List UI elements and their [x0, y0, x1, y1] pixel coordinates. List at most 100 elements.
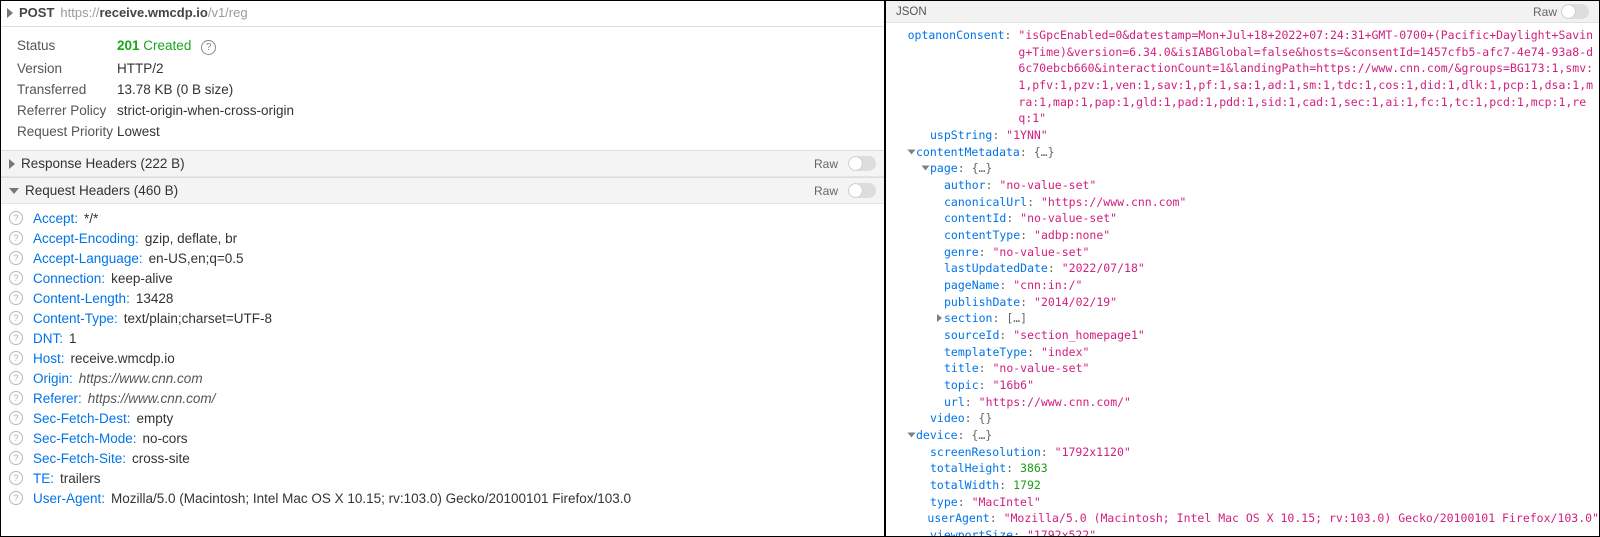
- json-row[interactable]: totalWidth: 1792: [892, 477, 1599, 494]
- help-icon[interactable]: ?: [201, 40, 216, 55]
- json-row[interactable]: page: {…}: [892, 160, 1599, 177]
- json-row[interactable]: contentId: "no-value-set": [892, 210, 1599, 227]
- json-value: "no-value-set": [999, 177, 1096, 194]
- header-row: ?User-Agent:Mozilla/5.0 (Macintosh; Inte…: [9, 488, 884, 508]
- json-row[interactable]: uspString: "1YNN": [892, 127, 1599, 144]
- json-key: page: [930, 160, 958, 177]
- json-row[interactable]: publishDate: "2014/02/19": [892, 294, 1599, 311]
- header-row: ?Referer:https://www.cnn.com/: [9, 388, 884, 408]
- json-row[interactable]: title: "no-value-set": [892, 360, 1599, 377]
- chevron-right-icon[interactable]: [934, 310, 944, 327]
- help-icon[interactable]: ?: [9, 431, 23, 445]
- response-headers-section[interactable]: Response Headers (222 B) Raw: [1, 150, 884, 177]
- help-icon[interactable]: ?: [9, 411, 23, 425]
- header-name: Sec-Fetch-Mode:: [33, 431, 137, 446]
- json-value: {…}: [1034, 144, 1055, 161]
- json-value: {…}: [971, 427, 992, 444]
- header-value: keep-alive: [111, 271, 173, 286]
- header-row: ?Accept-Encoding:gzip, deflate, br: [9, 228, 884, 248]
- chevron-down-icon[interactable]: [906, 427, 916, 444]
- header-row: ?DNT:1: [9, 328, 884, 348]
- json-key: contentId: [944, 210, 1006, 227]
- help-icon[interactable]: ?: [9, 331, 23, 345]
- chevron-down-icon[interactable]: [920, 160, 930, 177]
- header-name: Origin:: [33, 371, 73, 386]
- json-value: "no-value-set": [992, 360, 1089, 377]
- summary-label-version: Version: [17, 61, 117, 76]
- help-icon[interactable]: ?: [9, 211, 23, 225]
- json-row[interactable]: type: "MacIntel": [892, 494, 1599, 511]
- request-line[interactable]: POST https://receive.wmcdp.io/v1/reg: [1, 1, 884, 27]
- json-value: "cnn:in:/": [1013, 277, 1082, 294]
- raw-toggle[interactable]: [1561, 4, 1589, 19]
- raw-toggle[interactable]: [848, 183, 876, 198]
- help-icon[interactable]: ?: [9, 271, 23, 285]
- json-row[interactable]: device: {…}: [892, 427, 1599, 444]
- help-icon[interactable]: ?: [9, 391, 23, 405]
- header-name: Sec-Fetch-Site:: [33, 451, 126, 466]
- json-value: "16b6": [992, 377, 1034, 394]
- json-row[interactable]: contentType: "adbp:none": [892, 227, 1599, 244]
- help-icon[interactable]: ?: [9, 451, 23, 465]
- json-value: "2022/07/18": [1062, 260, 1145, 277]
- json-key: screenResolution: [930, 444, 1041, 461]
- help-icon[interactable]: ?: [9, 371, 23, 385]
- json-key: url: [944, 394, 965, 411]
- json-row[interactable]: canonicalUrl: "https://www.cnn.com": [892, 194, 1599, 211]
- json-key: viewportSize: [930, 527, 1013, 536]
- json-key: lastUpdatedDate: [944, 260, 1048, 277]
- request-summary: Status 201 Created ? Version HTTP/2 Tran…: [1, 27, 884, 150]
- json-value: "no-value-set": [1020, 210, 1117, 227]
- json-row[interactable]: screenResolution: "1792x1120": [892, 444, 1599, 461]
- header-row: ?Accept:*/*: [9, 208, 884, 228]
- json-value: "MacIntel": [972, 494, 1041, 511]
- json-row[interactable]: viewportSize: "1792x522": [892, 527, 1599, 536]
- header-name: TE:: [33, 471, 54, 486]
- help-icon[interactable]: ?: [9, 311, 23, 325]
- json-key: publishDate: [944, 294, 1020, 311]
- summary-value-referrer: strict-origin-when-cross-origin: [117, 103, 294, 118]
- json-header: JSON Raw: [886, 1, 1599, 23]
- json-row[interactable]: url: "https://www.cnn.com/": [892, 394, 1599, 411]
- json-key: totalWidth: [930, 477, 999, 494]
- header-value: trailers: [60, 471, 101, 486]
- json-row[interactable]: sourceId: "section_homepage1": [892, 327, 1599, 344]
- help-icon[interactable]: ?: [9, 351, 23, 365]
- help-icon[interactable]: ?: [9, 491, 23, 505]
- json-row[interactable]: optanonConsent: "isGpcEnabled=0&datestam…: [892, 27, 1599, 127]
- json-row[interactable]: section: […]: [892, 310, 1599, 327]
- header-value: */*: [84, 211, 98, 226]
- help-icon[interactable]: ?: [9, 251, 23, 265]
- help-icon[interactable]: ?: [9, 291, 23, 305]
- json-value: {}: [978, 410, 992, 427]
- summary-value-transferred: 13.78 KB (0 B size): [117, 82, 233, 97]
- network-details-panel: POST https://receive.wmcdp.io/v1/reg Sta…: [1, 1, 886, 536]
- json-row[interactable]: author: "no-value-set": [892, 177, 1599, 194]
- json-row[interactable]: templateType: "index": [892, 344, 1599, 361]
- json-key: video: [930, 410, 965, 427]
- json-value: […]: [1006, 310, 1027, 327]
- raw-toggle[interactable]: [848, 156, 876, 171]
- json-row[interactable]: genre: "no-value-set": [892, 244, 1599, 261]
- header-row: ?Host:receive.wmcdp.io: [9, 348, 884, 368]
- json-row[interactable]: video: {}: [892, 410, 1599, 427]
- json-value: 3863: [1020, 460, 1048, 477]
- help-icon[interactable]: ?: [9, 231, 23, 245]
- json-row[interactable]: userAgent: "Mozilla/5.0 (Macintosh; Inte…: [892, 510, 1599, 527]
- header-value: Mozilla/5.0 (Macintosh; Intel Mac OS X 1…: [111, 491, 631, 506]
- json-row[interactable]: totalHeight: 3863: [892, 460, 1599, 477]
- json-row[interactable]: pageName: "cnn:in:/": [892, 277, 1599, 294]
- json-row[interactable]: lastUpdatedDate: "2022/07/18": [892, 260, 1599, 277]
- header-value: text/plain;charset=UTF-8: [124, 311, 272, 326]
- header-row: ? TE: trailers: [9, 468, 884, 488]
- header-row: ?Sec-Fetch-Dest:empty: [9, 408, 884, 428]
- chevron-down-icon[interactable]: [906, 144, 916, 161]
- json-key: type: [930, 494, 958, 511]
- request-headers-section[interactable]: Request Headers (460 B) Raw: [1, 177, 884, 204]
- json-row[interactable]: contentMetadata: {…}: [892, 144, 1599, 161]
- json-row[interactable]: topic: "16b6": [892, 377, 1599, 394]
- help-icon[interactable]: ?: [9, 471, 23, 485]
- summary-value-status: 201 Created ?: [117, 38, 216, 55]
- json-tab-label[interactable]: JSON: [896, 6, 927, 18]
- json-tree[interactable]: optanonConsent: "isGpcEnabled=0&datestam…: [886, 23, 1599, 536]
